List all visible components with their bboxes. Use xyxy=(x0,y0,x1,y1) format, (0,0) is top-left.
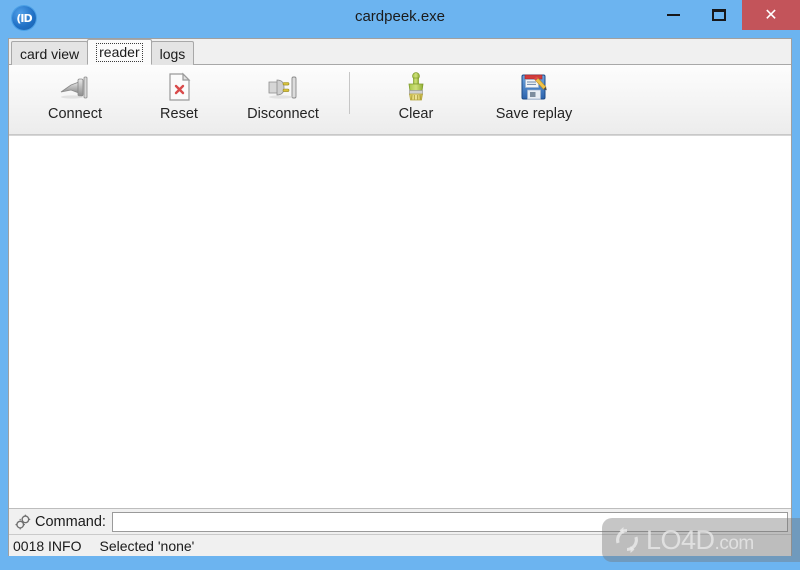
tab-strip: card view reader logs xyxy=(9,39,791,65)
plug-connect-icon xyxy=(58,70,92,104)
command-bar: Command: xyxy=(9,508,791,534)
toolbar-item-label: Connect xyxy=(47,106,102,122)
tab-label: logs xyxy=(159,45,186,62)
toolbar: Connect Reset Disconnect Clear Save repl… xyxy=(9,65,791,135)
tab-reader[interactable]: reader xyxy=(87,39,152,65)
title-bar: (ID cardpeek.exe ✕ xyxy=(0,0,800,38)
gear-icon xyxy=(15,514,31,529)
status-message: Selected 'none' xyxy=(99,537,195,554)
reader-log-pane[interactable] xyxy=(9,135,791,508)
paintbrush-icon xyxy=(402,70,430,104)
status-bar: 0018 INFO Selected 'none' xyxy=(9,534,791,556)
toolbar-item-label: Reset xyxy=(160,106,198,122)
connect-button[interactable]: Connect xyxy=(23,70,127,132)
minimize-button[interactable] xyxy=(650,0,696,30)
close-button[interactable]: ✕ xyxy=(742,0,800,30)
window-controls: ✕ xyxy=(650,0,800,30)
tab-card-view[interactable]: card view xyxy=(11,41,89,65)
toolbar-item-label: Disconnect xyxy=(247,106,319,122)
reset-button[interactable]: Reset xyxy=(127,70,231,132)
tab-label: reader xyxy=(96,42,143,62)
tab-label: card view xyxy=(20,45,80,62)
floppy-save-icon xyxy=(519,70,549,104)
document-error-icon xyxy=(165,70,193,104)
application-window: (ID cardpeek.exe ✕ card view reader logs… xyxy=(0,0,800,570)
client-area: card view reader logs Connect Reset Disc… xyxy=(8,38,792,556)
disconnect-button[interactable]: Disconnect xyxy=(231,70,335,132)
restore-icon xyxy=(712,9,726,21)
command-input[interactable] xyxy=(111,511,788,532)
status-code: 0018 INFO xyxy=(13,537,82,554)
tab-logs[interactable]: logs xyxy=(150,41,195,65)
command-label: Command: xyxy=(35,513,106,530)
clear-button[interactable]: Clear xyxy=(364,70,468,132)
toolbar-separator xyxy=(349,72,350,114)
close-icon: ✕ xyxy=(764,5,778,24)
minimize-icon xyxy=(666,14,680,16)
maximize-button[interactable] xyxy=(696,0,742,30)
plug-disconnect-icon xyxy=(266,70,300,104)
toolbar-item-label: Save replay xyxy=(495,106,573,122)
toolbar-item-label: Clear xyxy=(398,106,434,122)
save-replay-button[interactable]: Save replay xyxy=(482,70,586,132)
